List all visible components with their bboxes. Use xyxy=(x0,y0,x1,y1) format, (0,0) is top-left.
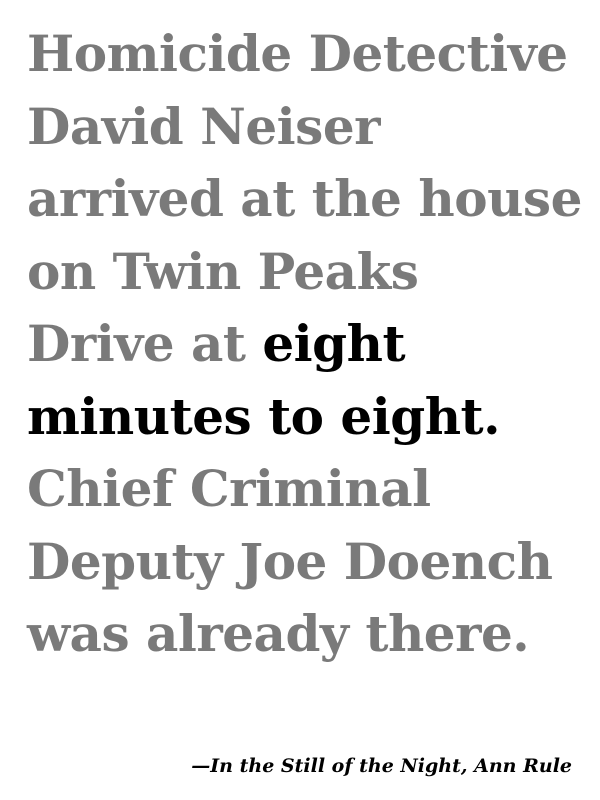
quote-line-4: on Twin Peaks xyxy=(27,236,587,309)
quote-line-3: arrived at the house xyxy=(27,163,587,236)
quote-line-7: Chief Criminal xyxy=(27,453,587,526)
quote-text: was already there. xyxy=(27,604,530,663)
quote-text: Drive at xyxy=(27,314,263,373)
emphasized-text: eight xyxy=(262,314,406,373)
quote-line-9: was already there. xyxy=(27,598,587,671)
quote-text: arrived at the house xyxy=(27,169,582,228)
quote-block: Homicide Detective David Neiser arrived … xyxy=(27,18,587,671)
quote-text: Deputy Joe Doench xyxy=(27,531,553,591)
quote-text: David Neiser xyxy=(27,96,380,156)
quote-line-5: Drive at eight xyxy=(27,308,587,381)
quote-text: on Twin Peaks xyxy=(27,241,419,301)
quote-line-1: Homicide Detective xyxy=(27,18,587,91)
quote-line-2: David Neiser xyxy=(27,91,587,164)
quote-text: Homicide Detective xyxy=(27,24,568,83)
emphasized-text: minutes to eight. xyxy=(27,386,501,446)
quote-line-6: minutes to eight. xyxy=(27,381,587,454)
quote-line-8: Deputy Joe Doench xyxy=(27,526,587,599)
attribution: —In the Still of the Night, Ann Rule xyxy=(191,755,572,777)
quote-text: Chief Criminal xyxy=(27,459,431,518)
